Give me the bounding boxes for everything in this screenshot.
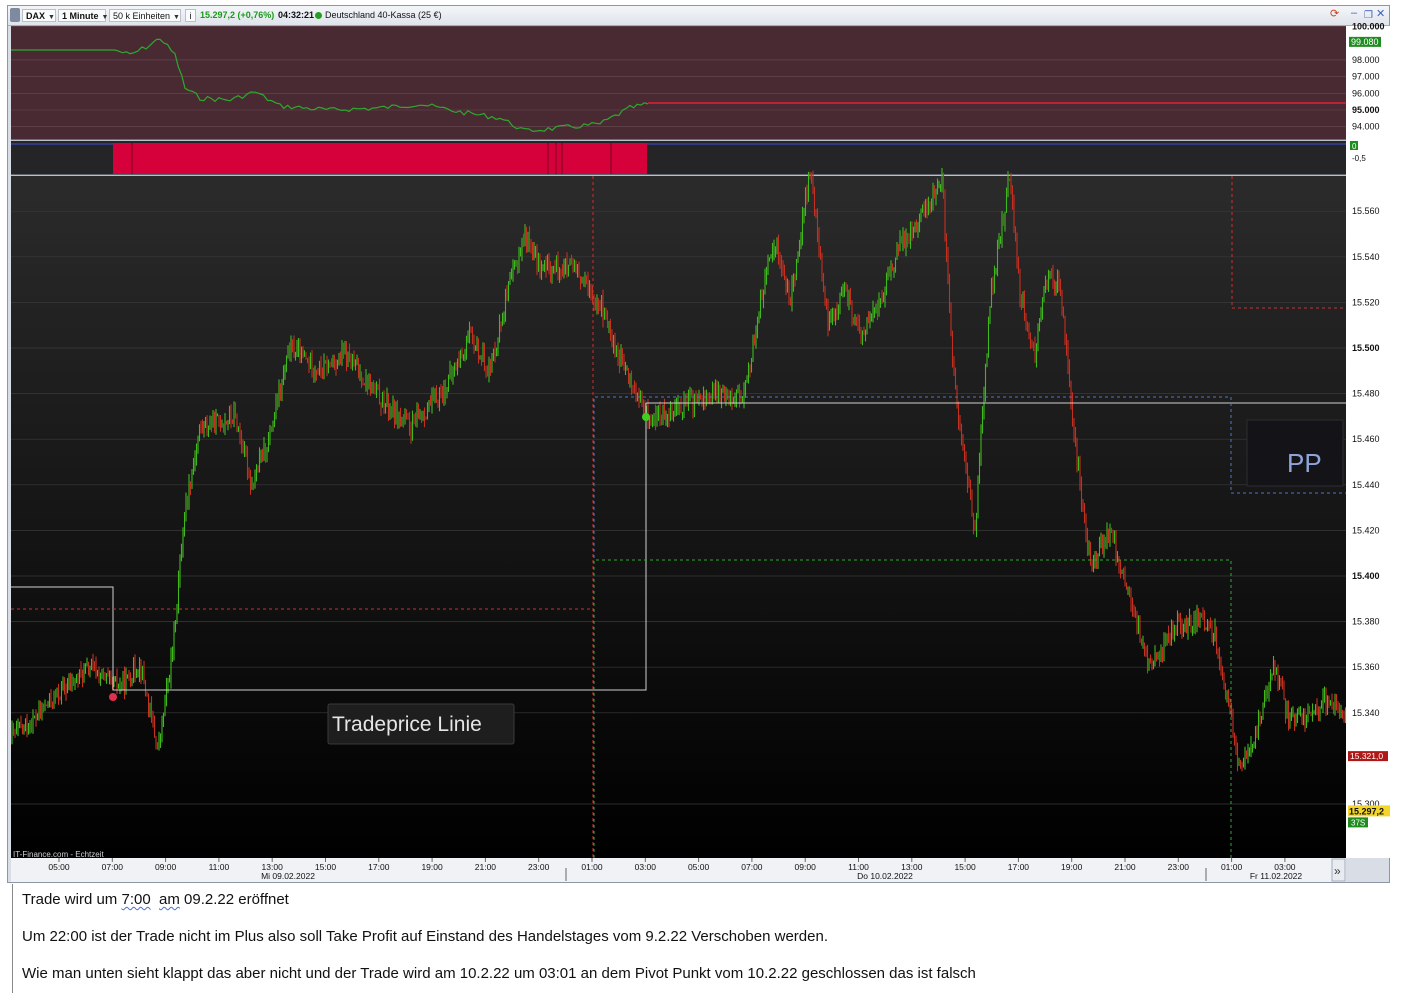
top-tick-label: 98.000 (1352, 55, 1380, 65)
top-tick-label: 94.000 (1352, 122, 1380, 132)
current-price-label: 15.297,2 (1349, 806, 1384, 816)
date-label: Mi 09.02.2022 (261, 871, 315, 881)
top-current-label: 99.080 (1351, 37, 1379, 47)
price-tick-label: 15.440 (1352, 480, 1380, 490)
note-line-1: Trade wird um 7:00 am 09.2.22 eröffnet (22, 891, 289, 908)
time-tick-label: 19:00 (421, 862, 443, 872)
price-tick-label: 15.460 (1352, 434, 1380, 444)
price-tick-label: 15.520 (1352, 297, 1380, 307)
tradeprice-annotation: Tradeprice Linie (327, 703, 515, 745)
time-tick-label: 01:00 (581, 862, 603, 872)
top-tick-label: 96.000 (1352, 88, 1380, 98)
pp-annotation: PP (1246, 419, 1344, 487)
exit-marker (642, 413, 650, 421)
price-tick-label: 15.540 (1352, 252, 1380, 262)
scroll-right-icon: » (1334, 864, 1341, 878)
price-tick-label: 15.400 (1352, 571, 1380, 581)
scroll-button[interactable]: » (1331, 858, 1346, 882)
price-tick-label: 15.360 (1352, 662, 1380, 672)
time-tick-label: 09:00 (795, 862, 817, 872)
caption-divider (12, 884, 13, 993)
note-space (151, 891, 159, 908)
note-line-2: Um 22:00 ist der Trade nicht im Plus als… (22, 928, 828, 945)
price-tick-label: 15.380 (1352, 617, 1380, 627)
time-tick-label: 21:00 (1114, 862, 1136, 872)
entry-marker (109, 693, 117, 701)
note-line-3: Wie man unten sieht klappt das aber nich… (22, 965, 976, 982)
red-price-label: 15.321,0 (1350, 751, 1383, 761)
note-time: 7:00 (121, 891, 151, 908)
price-tick-label: 15.560 (1352, 206, 1380, 216)
price-tick-label: 15.500 (1352, 343, 1380, 353)
time-tick-label: 15:00 (315, 862, 337, 872)
time-tick-label: 17:00 (1008, 862, 1030, 872)
signal-bar (113, 143, 647, 174)
date-label: Do 10.02.2022 (857, 871, 913, 881)
date-label: Fr 11.02.2022 (1250, 871, 1303, 881)
source-label: IT-Finance.com - Echtzeit (13, 850, 104, 859)
top-tick-label: 95.000 (1352, 105, 1380, 115)
time-tick-label: 05:00 (688, 862, 710, 872)
note-text: Trade wird um (22, 891, 122, 908)
main-panel-bg (11, 176, 1346, 858)
time-tick-label: 17:00 (368, 862, 390, 872)
time-tick-label: 15:00 (954, 862, 976, 872)
time-tick-label: 19:00 (1061, 862, 1083, 872)
time-tick-label: 09:00 (155, 862, 177, 872)
time-tick-label: 03:00 (635, 862, 657, 872)
note-text: 09.2.22 eröffnet (179, 891, 289, 908)
price-tick-label: 15.480 (1352, 389, 1380, 399)
time-tick-label: 01:00 (1221, 862, 1243, 872)
time-tick-label: 07:00 (102, 862, 124, 872)
top-tick-label: 100.000 (1352, 22, 1385, 32)
signal-tick-label: 0 (1352, 142, 1357, 151)
signal-tick-label: -0,5 (1352, 154, 1366, 163)
pp-label: PP (1287, 448, 1322, 478)
tradeprice-label: Tradeprice Linie (332, 713, 482, 736)
price-tick-label: 15.340 (1352, 708, 1380, 718)
time-tick-label: 05:00 (48, 862, 70, 872)
top-tick-label: 97.000 (1352, 72, 1380, 82)
price-tick-label: 15.420 (1352, 525, 1380, 535)
note-word: am (159, 891, 180, 908)
top-panel-bg (11, 26, 1346, 140)
time-tick-label: 11:00 (209, 862, 230, 872)
chart-area: 100.000 98.000 97.000 96.000 95.000 94.000 99.… (11, 22, 1390, 882)
time-tick-label: 21:00 (475, 862, 497, 872)
time-tick-label: 23:00 (528, 862, 550, 872)
countdown-label: 37S (1351, 818, 1365, 827)
time-tick-label: 07:00 (741, 862, 763, 872)
time-tick-label: 23:00 (1168, 862, 1190, 872)
